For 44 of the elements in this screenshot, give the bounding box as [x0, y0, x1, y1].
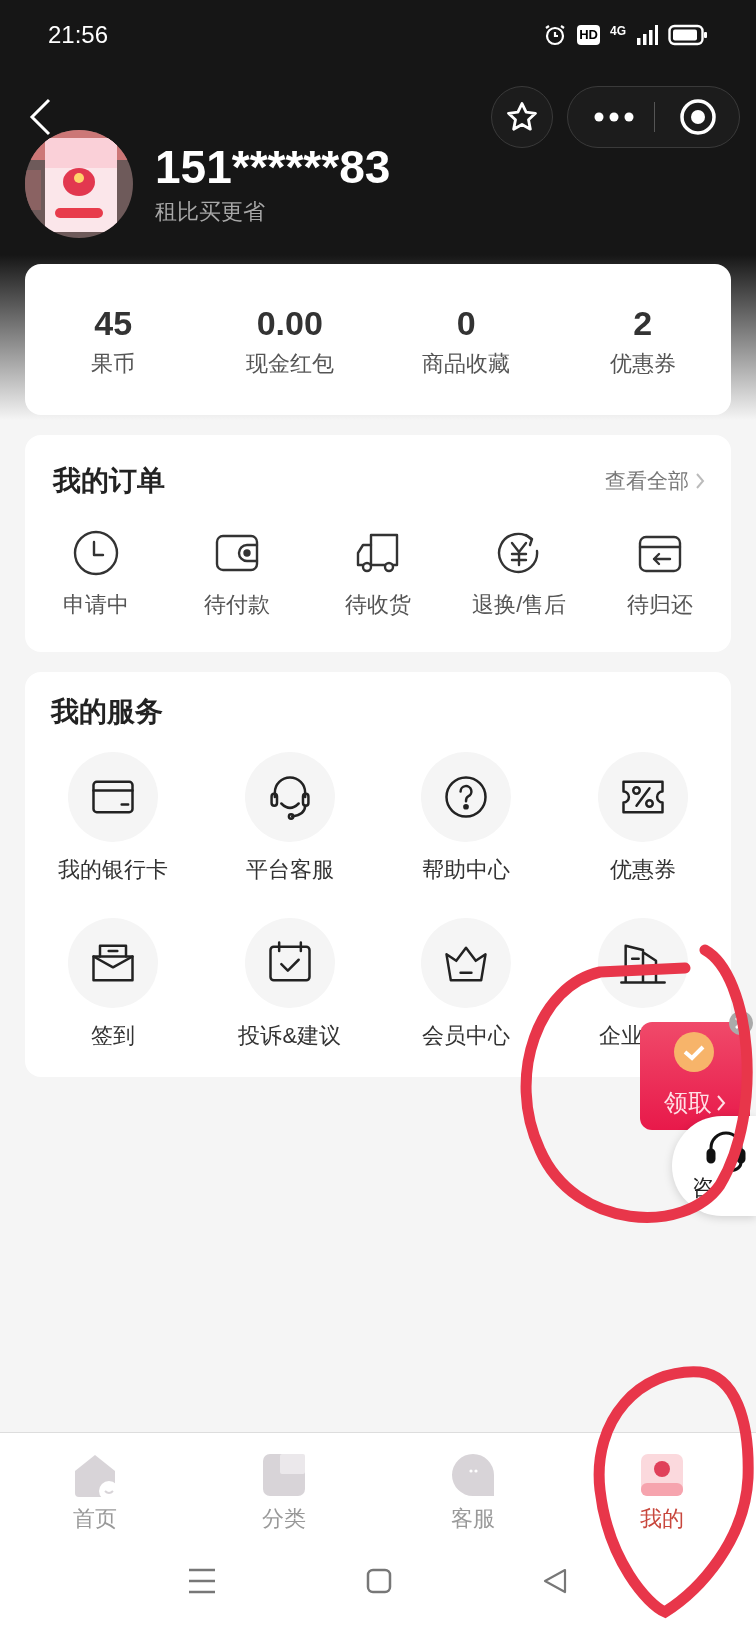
- stat-value[interactable]: 45: [94, 301, 133, 344]
- signal-icon: [636, 24, 658, 46]
- star-icon: [505, 100, 539, 134]
- order-status-label[interactable]: 待归还: [627, 591, 694, 619]
- stat-label[interactable]: 果币: [91, 349, 136, 378]
- back-icon[interactable]: [28, 98, 52, 136]
- menu-icon[interactable]: [188, 1568, 216, 1594]
- chevron-right-icon: [716, 1094, 726, 1112]
- service-label[interactable]: 帮助中心: [422, 856, 511, 884]
- service-label[interactable]: 会员中心: [422, 1022, 511, 1050]
- claim-label: 领取: [664, 1088, 712, 1118]
- stat-label[interactable]: 现金红包: [245, 349, 334, 378]
- view-all-link[interactable]: 查看全部: [605, 465, 689, 497]
- hd-badge: HD: [577, 25, 600, 45]
- stat-value[interactable]: 0.00: [256, 301, 323, 344]
- back-triangle-icon[interactable]: [542, 1568, 568, 1594]
- tab[interactable]: 我的: [567, 1451, 756, 1550]
- stat-label[interactable]: 优惠券: [609, 349, 676, 378]
- stat-label[interactable]: 商品收藏: [422, 349, 511, 378]
- check-badge-icon: [672, 1030, 716, 1074]
- order-status-label[interactable]: 退换/售后: [472, 591, 567, 619]
- battery-icon: [668, 24, 708, 46]
- headset-icon: [706, 1130, 746, 1174]
- close-target-icon[interactable]: [679, 98, 717, 136]
- section-title: 我的订单: [53, 464, 165, 498]
- section-title: 我的服务: [49, 695, 164, 729]
- stat-value[interactable]: 2: [633, 301, 653, 344]
- user-slogan: 租比买更省: [155, 198, 266, 226]
- service-label[interactable]: 我的银行卡: [58, 856, 169, 884]
- order-status-label[interactable]: 待收货: [345, 591, 411, 619]
- chevron-right-icon: [695, 472, 705, 490]
- clock-icon[interactable]: [71, 529, 120, 577]
- more-icon[interactable]: [594, 112, 634, 122]
- home-square-icon[interactable]: [366, 1568, 392, 1594]
- service-label[interactable]: 优惠券: [609, 856, 676, 884]
- service-label[interactable]: 签到: [91, 1022, 136, 1050]
- order-status-label[interactable]: 申请中: [62, 591, 129, 619]
- service-label[interactable]: 平台客服: [245, 856, 334, 884]
- network-label: 4G: [610, 25, 626, 37]
- status-time: 21:56: [48, 20, 109, 50]
- stat-value[interactable]: 0: [456, 301, 476, 344]
- order-status-label[interactable]: 待付款: [203, 591, 270, 619]
- user-phone: 151******83: [155, 141, 391, 193]
- service-label[interactable]: 投诉&建议: [238, 1022, 342, 1050]
